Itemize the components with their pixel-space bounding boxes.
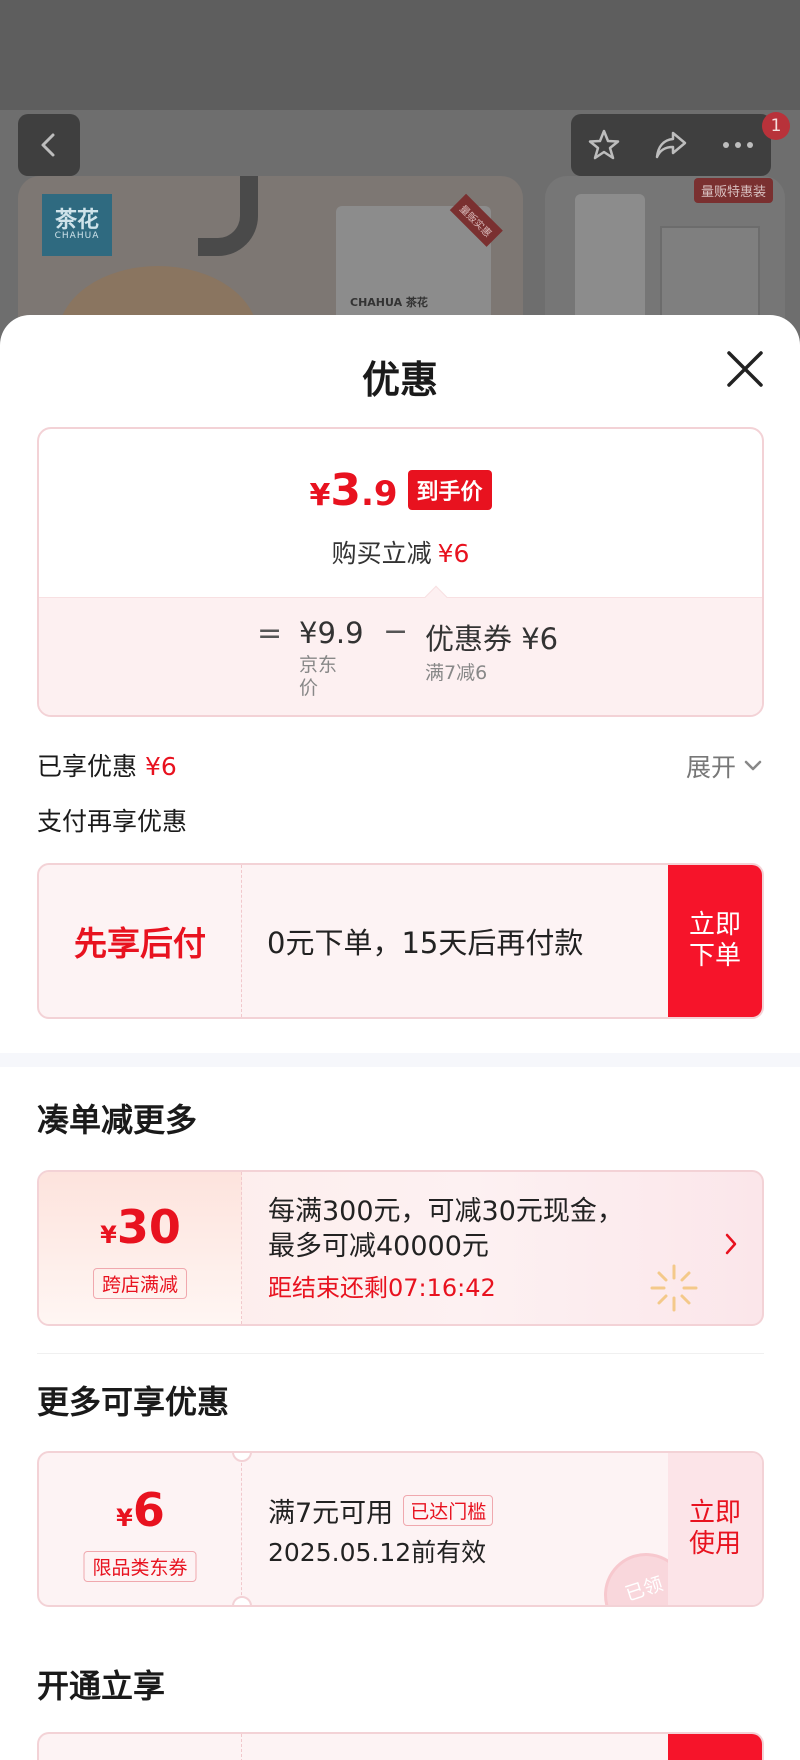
threshold-reached-badge: 已达门槛: [403, 1495, 494, 1526]
section-title-open: 开通立享: [37, 1667, 166, 1705]
coupon-currency: ¥: [116, 1504, 133, 1532]
close-icon: [727, 351, 763, 387]
coupon-deduction-value: 优惠券 ¥6: [425, 622, 559, 656]
coupon-amount-block: ¥6 限品类东券: [39, 1453, 242, 1605]
membership-card-left: [39, 1734, 242, 1760]
brand-logo: 茶花 CHAHUA: [42, 194, 112, 256]
final-price-integer: 3: [330, 465, 361, 516]
promo-amount-block: ¥30 跨店满减: [39, 1172, 242, 1324]
promo-countdown: 距结束还剩07:16:42: [268, 1274, 496, 1302]
promo-desc-line2: 最多可减40000元: [268, 1231, 489, 1263]
instant-discount-value: ¥6: [437, 539, 470, 568]
promo-type-label: 跨店满减: [92, 1268, 188, 1299]
coupon-type-label: 限品类东券: [83, 1551, 197, 1582]
favorite-button[interactable]: [579, 120, 629, 170]
section-title-more: 更多可享优惠: [37, 1383, 230, 1421]
pay-later-title: 先享后付: [39, 865, 242, 1017]
chevron-down-icon: [744, 760, 762, 771]
membership-card[interactable]: [37, 1732, 764, 1760]
discount-sheet: 优惠 ¥3.9 到手价 购买立减 ¥6 = ¥9.9 京东价 − 优惠券 ¥6 满…: [0, 315, 800, 1760]
notification-badge: 1: [762, 112, 790, 140]
more-icon: [722, 142, 753, 148]
coupon-condition: 满7元可用: [268, 1498, 394, 1529]
promo-desc: 每满300元，可减30元现金， 最多可减40000元: [268, 1194, 624, 1264]
promo-desc-line1: 每满300元，可减30元现金，: [268, 1196, 624, 1227]
back-arrow-icon: [41, 133, 55, 157]
coupon-condition-row: 满7元可用 已达门槛: [268, 1491, 494, 1530]
close-button[interactable]: [724, 348, 766, 390]
jd-price-block: ¥9.9 京东价: [299, 616, 364, 700]
brand-logo-subtext: CHAHUA: [54, 230, 100, 241]
final-price-row: ¥3.9 到手价: [39, 465, 762, 516]
instant-discount-label: 购买立减: [331, 539, 432, 568]
top-action-group: [571, 114, 771, 176]
sheet-title: 优惠: [361, 358, 438, 402]
pack-tag: 量贩实惠: [449, 193, 503, 247]
coupon-validity: 2025.05.12前有效: [268, 1538, 487, 1567]
chevron-right-icon: [725, 1233, 737, 1255]
jd-price-label: 京东价: [299, 654, 338, 699]
formula-minus: −: [383, 614, 409, 649]
coupon-amount-value: 6: [132, 1483, 165, 1537]
product-top-area: [0, 0, 800, 110]
brand-logo-text: 茶花: [54, 207, 99, 233]
pay-more-label: 支付再享优惠: [37, 807, 188, 836]
section-divider: [0, 1053, 800, 1067]
final-price-decimal: .9: [360, 474, 398, 514]
enjoyed-discount: 已享优惠 ¥6: [37, 747, 177, 783]
final-price-currency: ¥: [309, 478, 331, 513]
pay-later-desc: 0元下单，15天后再付款: [267, 926, 584, 960]
price-formula: = ¥9.9 京东价 − 优惠券 ¥6 满7减6: [39, 597, 762, 715]
expand-label: 展开: [686, 753, 737, 782]
pack-label: CHAHUA 茶花: [350, 296, 428, 309]
share-button[interactable]: [646, 120, 696, 170]
final-price-tag: 到手价: [407, 470, 492, 510]
product-page-background: 1 茶花 CHAHUA CHAHUA 茶花 量贩实惠 量贩特惠装: [0, 0, 800, 360]
enjoyed-discount-label: 已享优惠: [37, 752, 138, 781]
faucet-graphic: [198, 176, 258, 256]
star-icon: [589, 129, 620, 160]
cross-store-promo-card[interactable]: ¥30 跨店满减 每满300元，可减30元现金， 最多可减40000元 距结束还…: [37, 1170, 764, 1326]
coupon-amount: ¥6: [39, 1483, 242, 1537]
enjoyed-discount-value: ¥6: [145, 752, 177, 781]
thin-divider: [37, 1353, 764, 1354]
coupon-notch-bottom: [232, 1596, 252, 1605]
coupon-deduction-label: 满7减6: [425, 662, 488, 684]
promo-currency: ¥: [100, 1221, 117, 1249]
membership-open-button[interactable]: [668, 1734, 762, 1760]
more-button[interactable]: [713, 120, 763, 170]
back-button[interactable]: [18, 114, 80, 176]
jd-price-value: ¥9.9: [299, 616, 364, 650]
category-coupon-card[interactable]: ¥6 限品类东券 满7元可用 已达门槛 2025.05.12前有效 已领 立即使…: [37, 1451, 764, 1607]
pay-later-card[interactable]: 先享后付 0元下单，15天后再付款 立即下单: [37, 863, 764, 1019]
expand-toggle[interactable]: 展开: [686, 748, 762, 784]
coupon-deduction-block: 优惠券 ¥6 满7减6: [425, 616, 558, 685]
section-title-bundle: 凑单减更多: [37, 1101, 198, 1139]
product-promo-tag: 量贩特惠装: [693, 178, 773, 203]
use-now-button[interactable]: 立即使用: [668, 1453, 762, 1605]
promo-amount-value: 30: [116, 1200, 181, 1254]
sparkle-icon: [650, 1264, 698, 1312]
price-breakdown-card: ¥3.9 到手价 购买立减 ¥6 = ¥9.9 京东价 − 优惠券 ¥6 满7减6: [37, 427, 764, 717]
order-now-button[interactable]: 立即下单: [668, 865, 762, 1017]
formula-equals: =: [257, 616, 283, 651]
share-icon: [655, 131, 687, 159]
instant-discount-row: 购买立减 ¥6: [39, 534, 762, 570]
promo-amount: ¥30: [39, 1200, 242, 1254]
final-price: ¥3.9: [309, 465, 397, 516]
